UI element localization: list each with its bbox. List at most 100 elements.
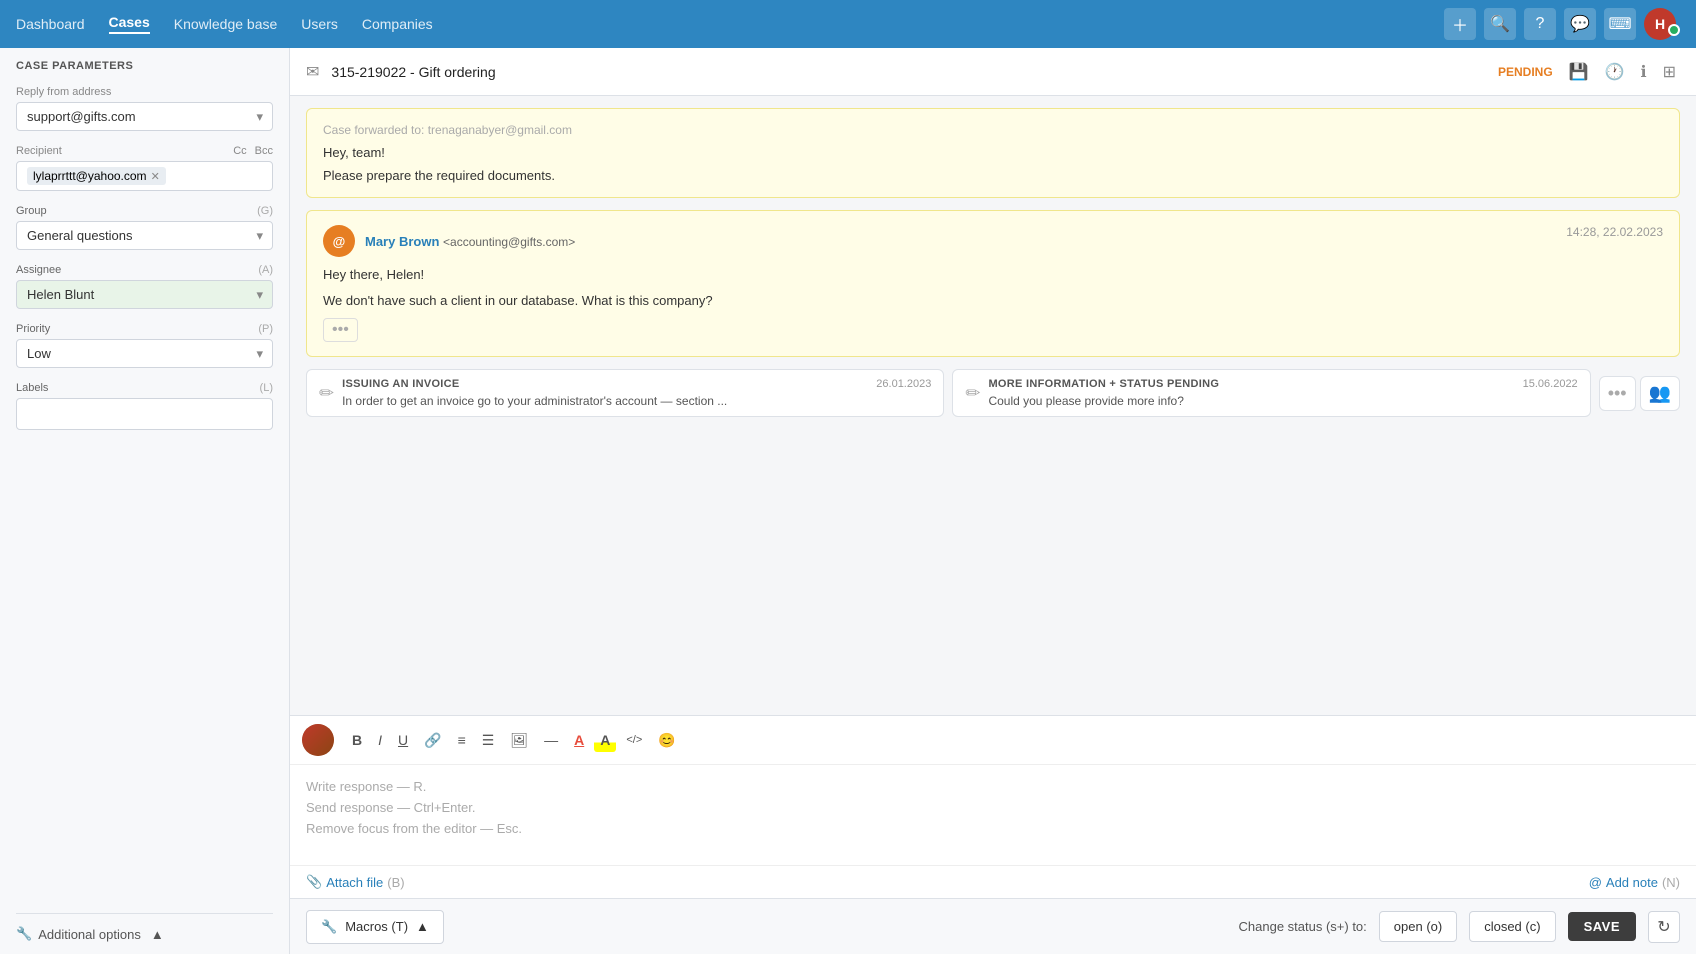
message-more-btn[interactable]: ••• [323,318,358,342]
underline-btn[interactable]: U [392,728,414,752]
canned-card-1-title: ISSUING AN INVOICE [342,378,459,390]
help-button[interactable]: ? [1524,8,1556,40]
recipient-row: lylaprrttt@yahoo.com ✕ [16,161,273,191]
recipient-tag: lylaprrttt@yahoo.com ✕ [27,167,166,185]
open-status-btn[interactable]: open (o) [1379,911,1457,942]
labels-input[interactable] [16,398,273,430]
priority-select[interactable]: Low [16,339,273,368]
wrench-icon: 🔧 [16,926,32,942]
info-icon[interactable]: ℹ [1637,58,1651,86]
additional-options[interactable]: 🔧 Additional options ▲ [16,913,273,942]
search-button[interactable]: 🔍 [1484,8,1516,40]
assignee-select-wrapper: Helen Blunt [16,280,273,309]
top-navigation: Dashboard Cases Knowledge base Users Com… [0,0,1696,48]
editor-toolbar: B I U 🔗 ≡ ☰ 🖼 — A A </> 😊 [290,716,1696,765]
labels-label: Labels (L) [16,382,273,394]
priority-select-wrapper: Low [16,339,273,368]
link-btn[interactable]: 🔗 [418,728,447,753]
reply-from-label: Reply from address [16,86,273,98]
assignee-select[interactable]: Helen Blunt [16,280,273,309]
change-status-label: Change status (s+) to: [1239,919,1367,934]
assignee-label-text: Assignee [16,264,61,276]
at-icon: @ [1589,875,1602,890]
group-shortcut: (G) [257,205,273,217]
add-button[interactable]: ＋ [1444,8,1476,40]
canned-card-content: ISSUING AN INVOICE 26.01.2023 In order t… [342,378,931,408]
priority-label-text: Priority [16,323,50,335]
add-note-label: Add note [1606,875,1658,890]
message-header: @ Mary Brown <accounting@gifts.com> 14:2… [323,225,1663,257]
history-icon[interactable]: 🕐 [1601,58,1629,86]
sender-info: Mary Brown <accounting@gifts.com> [365,234,575,249]
code-btn[interactable]: </> [620,730,648,750]
priority-field-group: Priority (P) Low [16,323,273,368]
content-area: ✉ 315-219022 - Gift ordering PENDING 💾 🕐… [290,48,1696,954]
message-body: Hey there, Helen! We don't have such a c… [323,265,1663,310]
save-icon[interactable]: 💾 [1565,58,1593,86]
hr-btn[interactable]: — [538,728,564,752]
macros-button[interactable]: 🔧 Macros (T) ▲ [306,910,444,944]
font-color-btn[interactable]: A [568,728,590,752]
macros-label: Macros (T) [345,919,408,934]
refresh-button[interactable]: ↻ [1648,911,1680,943]
editor-placeholder-line3: Remove focus from the editor — Esc. [306,819,1680,840]
bold-btn[interactable]: B [346,728,368,752]
recipient-remove-btn[interactable]: ✕ [151,170,160,183]
msg2-line2: We don't have such a client in our datab… [323,291,1663,311]
editor-body[interactable]: Write response — R. Send response — Ctrl… [290,765,1696,865]
status-dot [1668,24,1680,36]
assignee-field-group: Assignee (A) Helen Blunt [16,264,273,309]
font-highlight-btn[interactable]: A [594,728,616,752]
message-sender: @ Mary Brown <accounting@gifts.com> [323,225,575,257]
add-note-link[interactable]: @ Add note (N) [1589,874,1680,890]
canned-card-1-body: In order to get an invoice go to your ad… [342,394,931,408]
chat-button[interactable]: 💬 [1564,8,1596,40]
merge-icon[interactable]: ⊞ [1659,58,1680,86]
list-btn[interactable]: ☰ [476,728,501,753]
closed-status-btn[interactable]: closed (c) [1469,911,1555,942]
email-icon: ✉ [306,62,319,82]
save-button[interactable]: SAVE [1568,912,1636,941]
macros-icon: 🔧 [321,919,337,935]
editor-placeholder-line1: Write response — R. [306,777,1680,798]
nav-item-users[interactable]: Users [301,16,338,32]
sender-email: <accounting@gifts.com> [443,235,575,249]
nav-item-knowledge-base[interactable]: Knowledge base [174,16,278,32]
msg2-line1: Hey there, Helen! [323,265,1663,285]
attach-file-link[interactable]: 📎 Attach file (B) [306,874,405,890]
canned-card-more-info[interactable]: ✏ MORE INFORMATION + STATUS PENDING 15.0… [952,369,1590,417]
attach-shortcut: (B) [387,875,404,890]
canned-users-btn[interactable]: 👥 [1640,376,1680,411]
priority-label: Priority (P) [16,323,273,335]
editor-section: B I U 🔗 ≡ ☰ 🖼 — A A </> 😊 Write response… [290,715,1696,898]
message-partial: Case forwarded to: trenaganabyer@gmail.c… [306,108,1680,198]
nav-item-companies[interactable]: Companies [362,16,433,32]
italic-btn[interactable]: I [372,728,388,752]
case-header: ✉ 315-219022 - Gift ordering PENDING 💾 🕐… [290,48,1696,96]
canned-card-invoice[interactable]: ✏ ISSUING AN INVOICE 26.01.2023 In order… [306,369,944,417]
emoji-btn[interactable]: 😊 [652,728,681,753]
cc-link[interactable]: Cc [233,145,246,157]
recipient-label: Recipient Cc Bcc [16,145,273,157]
align-btn[interactable]: ≡ [452,728,472,752]
priority-shortcut: (P) [258,323,273,335]
canned-more-btn[interactable]: ••• [1599,376,1636,411]
bottom-bar: 🔧 Macros (T) ▲ Change status (s+) to: op… [290,898,1696,954]
group-field-group: Group (G) General questions [16,205,273,250]
reply-from-select[interactable]: support@gifts.com [16,102,273,131]
sender-name: Mary Brown [365,234,443,249]
attach-file-label: Attach file [326,875,383,890]
messages-area: Case forwarded to: trenaganabyer@gmail.c… [290,96,1696,715]
bcc-link[interactable]: Bcc [255,145,273,157]
canned-extra-buttons: ••• 👥 [1599,369,1680,417]
assignee-shortcut: (A) [258,264,273,276]
keyboard-button[interactable]: ⌨ [1604,8,1636,40]
add-note-shortcut: (N) [1662,875,1680,890]
msg1-line2: Please prepare the required documents. [323,168,1663,183]
nav-item-dashboard[interactable]: Dashboard [16,16,85,32]
image-btn[interactable]: 🖼 [504,728,534,753]
nav-item-cases[interactable]: Cases [109,14,150,34]
group-select[interactable]: General questions [16,221,273,250]
recipient-email: lylaprrttt@yahoo.com [33,169,147,183]
case-title: 315-219022 - Gift ordering [331,64,495,80]
